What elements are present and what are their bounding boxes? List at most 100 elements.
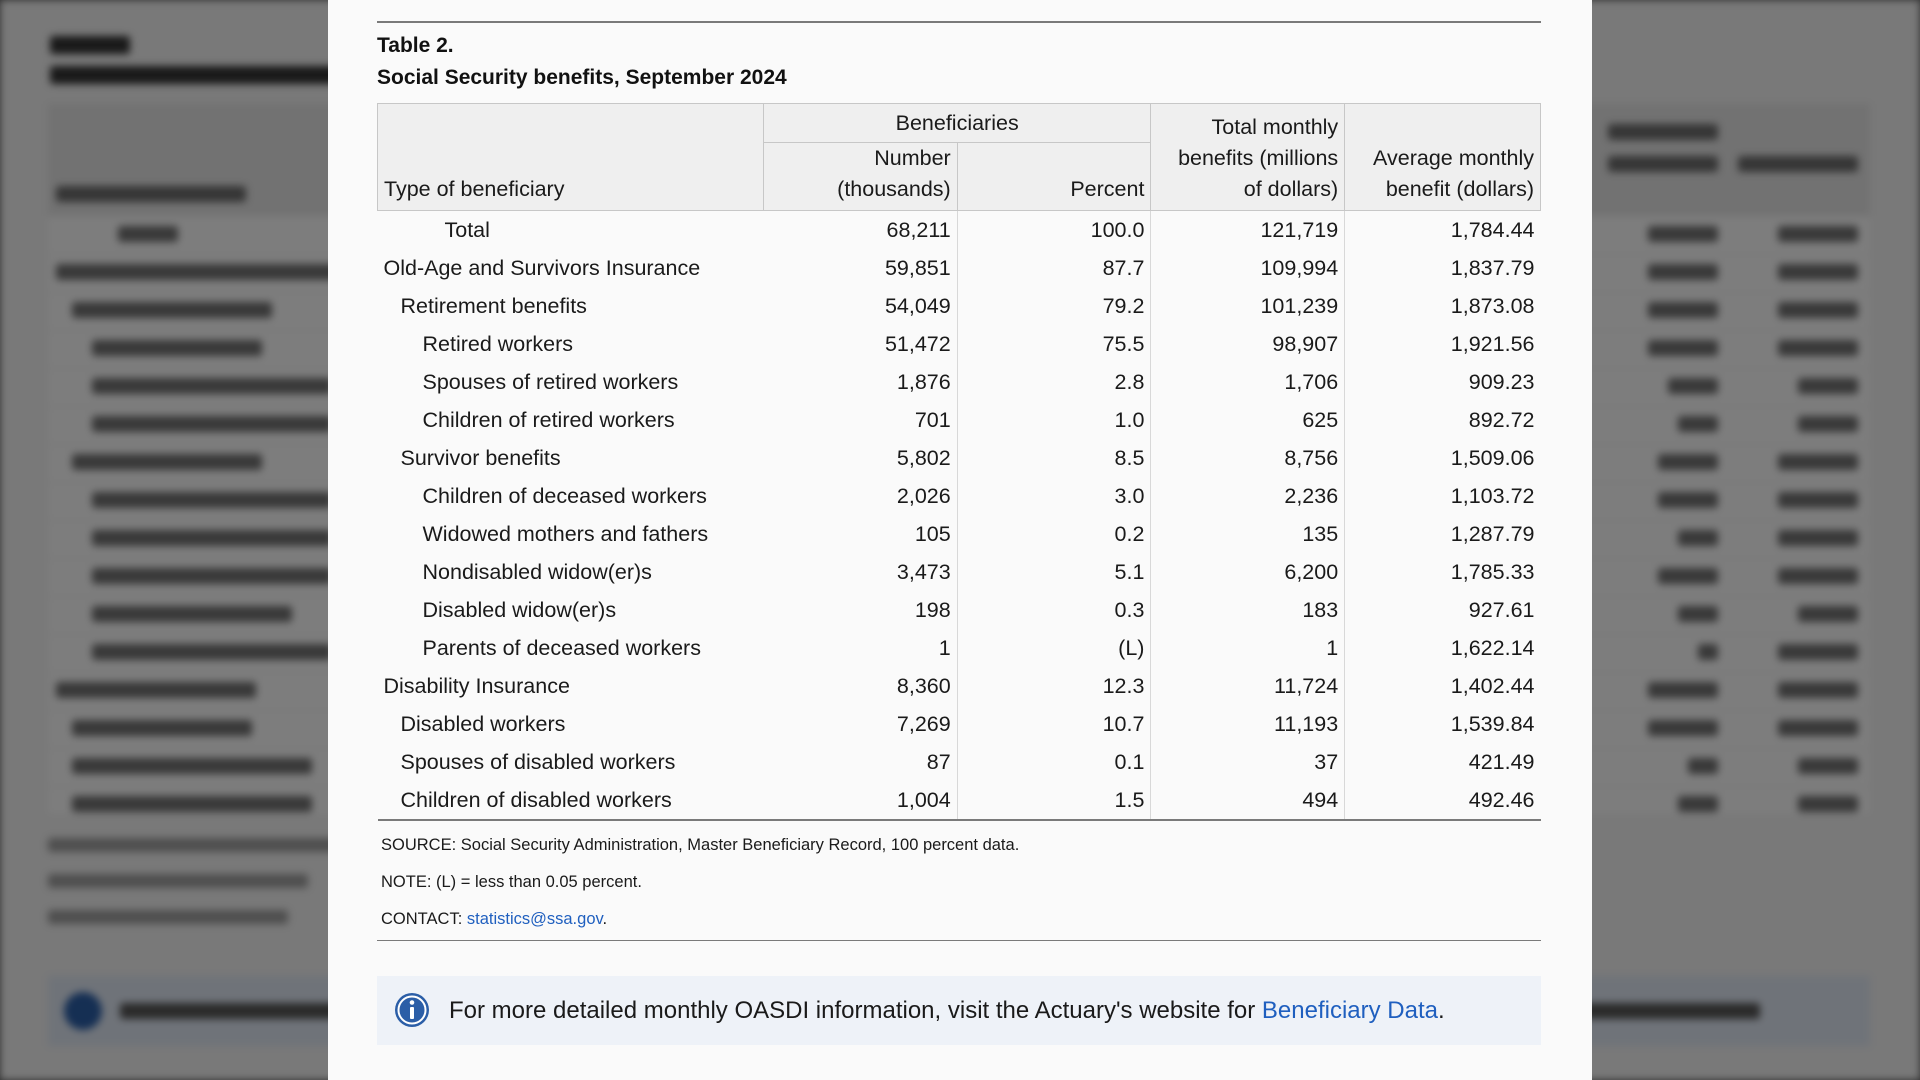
row-type: Children of retired workers <box>422 407 675 432</box>
header-percent: Percent <box>956 142 1152 211</box>
bottom-divider <box>377 940 1541 941</box>
row-average: 1,622.14 <box>1450 635 1535 660</box>
table-row: Children of disabled workers 1,004 1.5 4… <box>377 781 1541 821</box>
row-number: 54,049 <box>763 287 958 325</box>
table-row: Children of deceased workers 2,026 3.0 2… <box>378 477 1541 515</box>
row-number: 105 <box>763 515 958 553</box>
row-average: 1,287.79 <box>1450 521 1535 546</box>
table-row: Survivor benefits 5,802 8.5 8,756 1,509.… <box>378 439 1541 477</box>
info-message: For more detailed monthly OASDI informat… <box>449 997 1262 1024</box>
row-type: Disabled widow(er)s <box>422 597 617 622</box>
row-number: 87 <box>763 743 958 781</box>
row-number: 1,004 <box>763 781 958 821</box>
row-total: 8,756 <box>1150 439 1346 477</box>
row-total: 37 <box>1150 743 1346 781</box>
row-percent: 0.3 <box>957 591 1152 629</box>
info-callout: For more detailed monthly OASDI informat… <box>377 976 1541 1045</box>
row-number: 3,473 <box>763 553 958 591</box>
table-row: Spouses of disabled workers 87 0.1 37 42… <box>378 743 1541 781</box>
table-row: Disabled widow(er)s 198 0.3 183 927.61 <box>378 591 1541 629</box>
row-percent: 2.8 <box>957 363 1152 401</box>
row-type: Spouses of disabled workers <box>400 749 676 774</box>
table-row: Widowed mothers and fathers 105 0.2 135 … <box>378 515 1541 553</box>
footnote: NOTE: (L) = less than 0.05 percent. <box>381 873 642 891</box>
row-percent: 79.2 <box>957 287 1152 325</box>
row-type: Survivor benefits <box>400 445 561 470</box>
header-total-monthly: Total monthly benefits (millions of doll… <box>1150 103 1346 211</box>
row-type: Disability Insurance <box>383 673 570 698</box>
row-average: 927.61 <box>1468 597 1535 622</box>
row-number: 198 <box>763 591 958 629</box>
info-text: For more detailed monthly OASDI informat… <box>449 997 1445 1025</box>
table-row: Spouses of retired workers 1,876 2.8 1,7… <box>378 363 1541 401</box>
row-average: 1,402.44 <box>1450 673 1535 698</box>
row-total: 1,706 <box>1150 363 1346 401</box>
row-percent: 3.0 <box>957 477 1152 515</box>
row-percent: 1.5 <box>957 781 1152 821</box>
row-percent: 5.1 <box>957 553 1152 591</box>
row-total: 109,994 <box>1150 249 1346 287</box>
table-label: Table 2. <box>377 34 454 57</box>
row-number: 68,211 <box>763 210 958 249</box>
row-total: 101,239 <box>1150 287 1346 325</box>
row-total: 6,200 <box>1150 553 1346 591</box>
header-average-monthly: Average monthly benefit (dollars) <box>1344 103 1541 211</box>
table-row: Retirement benefits 54,049 79.2 101,239 … <box>378 287 1541 325</box>
row-percent: 0.1 <box>957 743 1152 781</box>
row-number: 5,802 <box>763 439 958 477</box>
table-row: Disabled workers 7,269 10.7 11,193 1,539… <box>378 705 1541 743</box>
table-title: Social Security benefits, September 2024 <box>377 66 787 89</box>
row-average: 1,785.33 <box>1450 559 1535 584</box>
row-average: 1,921.56 <box>1450 331 1535 356</box>
row-type: Disabled workers <box>400 711 566 736</box>
row-average: 1,509.06 <box>1450 445 1535 470</box>
row-percent: 100.0 <box>957 210 1152 249</box>
row-number: 7,269 <box>763 705 958 743</box>
row-percent: 75.5 <box>957 325 1152 363</box>
info-icon <box>393 991 431 1029</box>
row-total: 494 <box>1150 781 1346 821</box>
row-percent: 0.2 <box>957 515 1152 553</box>
row-percent: (L) <box>957 629 1152 667</box>
row-average: 909.23 <box>1468 369 1535 394</box>
row-average: 421.49 <box>1468 749 1535 774</box>
header-beneficiaries: Beneficiaries <box>762 103 1152 143</box>
row-average: 1,873.08 <box>1450 293 1535 318</box>
row-percent: 12.3 <box>957 667 1152 705</box>
table-row: Nondisabled widow(er)s 3,473 5.1 6,200 1… <box>378 553 1541 591</box>
table-row: Children of retired workers 701 1.0 625 … <box>378 401 1541 439</box>
row-total: 183 <box>1150 591 1346 629</box>
row-type: Old-Age and Survivors Insurance <box>383 255 701 280</box>
row-percent: 1.0 <box>957 401 1152 439</box>
row-total: 11,724 <box>1150 667 1346 705</box>
beneficiary-data-link[interactable]: Beneficiary Data <box>1262 997 1438 1024</box>
row-number: 701 <box>763 401 958 439</box>
info-suffix: . <box>1438 997 1445 1024</box>
top-divider <box>377 21 1541 23</box>
contact-prefix: CONTACT: <box>381 910 467 928</box>
contact-email-link[interactable]: statistics@ssa.gov <box>467 910 603 928</box>
row-total: 98,907 <box>1150 325 1346 363</box>
table-row: Total 68,211 100.0 121,719 1,784.44 <box>378 210 1541 249</box>
source-note: SOURCE: Social Security Administration, … <box>381 836 1020 854</box>
row-type: Children of disabled workers <box>377 781 764 821</box>
row-total: 2,236 <box>1150 477 1346 515</box>
row-total: 11,193 <box>1150 705 1346 743</box>
table-notes: SOURCE: Social Security Administration, … <box>377 836 1541 947</box>
row-percent: 87.7 <box>957 249 1152 287</box>
row-average: 892.72 <box>1468 407 1535 432</box>
row-total: 1 <box>1150 629 1346 667</box>
table-row: Retired workers 51,472 75.5 98,907 1,921… <box>378 325 1541 363</box>
row-type: Total <box>444 217 490 242</box>
row-percent: 10.7 <box>957 705 1152 743</box>
row-average: 492.46 <box>1344 781 1541 821</box>
row-number: 1,876 <box>763 363 958 401</box>
benefits-table: Type of beneficiary Beneficiaries Total … <box>377 103 1541 821</box>
row-average: 1,103.72 <box>1450 483 1535 508</box>
table-row: Parents of deceased workers 1 (L) 1 1,62… <box>378 629 1541 667</box>
row-average: 1,784.44 <box>1450 217 1535 242</box>
header-type: Type of beneficiary <box>377 103 764 211</box>
table-panel: Table 2. Social Security benefits, Septe… <box>328 0 1592 1080</box>
table-row: Old-Age and Survivors Insurance 59,851 8… <box>378 249 1541 287</box>
row-number: 1 <box>763 629 958 667</box>
